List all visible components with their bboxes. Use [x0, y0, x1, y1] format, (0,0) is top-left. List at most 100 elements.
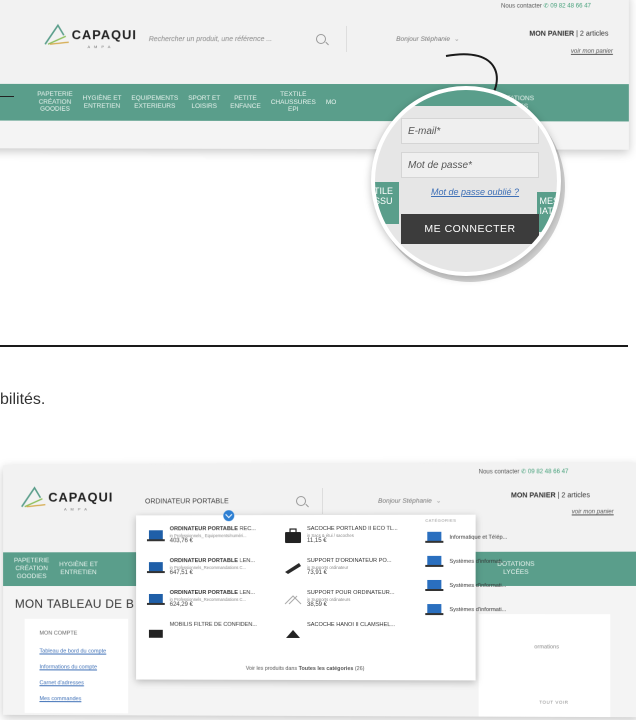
search-input-2[interactable]: ORDINATEUR PORTABLE — [145, 494, 294, 508]
email-field[interactable]: E-mail* — [401, 118, 539, 144]
product-name: SUPPORT POUR ORDINATEUR... — [307, 590, 419, 596]
chevron-down-icon-2: ⌄ — [435, 497, 442, 505]
phone-icon-2: ✆ — [521, 469, 528, 476]
nav-item-label: ENTRETIEN — [83, 102, 121, 110]
contact-label-2: Nous contacter — [478, 469, 520, 476]
search-input[interactable]: Rechercher un produit, une référence ... — [149, 32, 298, 46]
product-name: SUPPORT D'ORDINATEUR PO... — [307, 558, 419, 564]
product-suggestion[interactable]: MOBILIS FILTRE DE CONFIDEN... — [146, 621, 283, 649]
product-price: 11,15 € — [307, 537, 327, 545]
site-header: CAPAQUI A M P A Rechercher un produit, u… — [0, 0, 629, 85]
account-link[interactable]: Tableau de bord du compte — [39, 649, 106, 655]
header-divider-2 — [321, 487, 323, 514]
search-icon[interactable] — [315, 33, 327, 44]
product-name: ORDINATEUR PORTABLE REC... — [170, 526, 281, 532]
product-name: ORDINATEUR PORTABLE LEN... — [170, 590, 281, 596]
account-link[interactable]: Informations du compte — [39, 664, 97, 670]
magnifier-side-line: TILE — [374, 186, 394, 196]
nav-item[interactable]: HYGIÈNE ET ENTRETIEN — [54, 561, 103, 577]
cart-summary-2[interactable]: MON PANIER | 2 articles — [511, 492, 590, 499]
product-suggestion[interactable]: ORDINATEUR PORTABLE REC... in Professionn… — [146, 525, 283, 553]
product-suggestion[interactable]: SACOCHE PORTLAND II ECO TL... in Sacs & é… — [283, 525, 421, 553]
nav-item-label: CRÉATION — [15, 565, 48, 573]
password-field[interactable]: Mot de passe* — [401, 152, 539, 178]
account-link[interactable]: Mes commandes — [39, 696, 81, 702]
search-icon-2[interactable] — [296, 496, 307, 507]
product-suggestion[interactable]: SUPPORT POUR ORDINATEUR... in Supports or… — [283, 589, 421, 617]
section-divider — [0, 345, 628, 347]
product-thumbnail-icon — [283, 528, 303, 544]
product-price: 73,91 € — [307, 569, 328, 577]
product-name-rest: MOBILIS FILTRE DE CONFIDEN... — [169, 621, 258, 628]
product-name-rest: LEN... — [238, 558, 256, 565]
user-greeting-2[interactable]: Bonjour Stéphanie ⌄ — [378, 497, 441, 505]
product-suggestion[interactable]: SACOCHE HANOI II CLAMSHEL... — [283, 621, 421, 649]
product-suggestion[interactable]: SUPPORT D'ORDINATEUR PO... in Supports or… — [283, 557, 421, 585]
product-suggestion[interactable]: ORDINATEUR PORTABLE LEN... in Professionn… — [146, 557, 283, 585]
nav-item[interactable]: PETITE ENFANCE — [225, 95, 266, 111]
footer-count: (26) — [353, 666, 365, 673]
nav-item-label: PETITE — [234, 94, 257, 102]
email-placeholder: E-mail* — [408, 125, 441, 137]
nav-item-label: TEXTILE — [280, 90, 307, 98]
view-cart-link-2[interactable]: voir mon panier — [572, 509, 614, 515]
product-thumbnail-icon — [146, 592, 166, 608]
product-thumbnail-icon — [283, 624, 303, 640]
product-name-rest: SUPPORT D'ORDINATEUR PO... — [307, 557, 392, 565]
category-name: Informatique et Télép... — [449, 534, 508, 541]
nav-item-label: LOISIRS — [191, 102, 217, 110]
product-name-rest: SACOCHE HANOI II CLAMSHEL... — [307, 621, 396, 629]
account-link[interactable]: Carnet d'adresses — [39, 680, 84, 686]
contact-block-2[interactable]: Nous contacter ✆ 09 82 48 66 47 — [479, 468, 569, 475]
search-query: ORDINATEUR PORTABLE — [144, 497, 229, 505]
account-sidebar: MON COMPTE Tableau de bord du compte Info… — [24, 618, 129, 714]
see-all-link[interactable]: TOUT VOIR — [539, 700, 568, 705]
nav-item-label: GOODIES — [16, 573, 47, 580]
phone-number-2: 09 82 48 66 47 — [527, 469, 569, 476]
category-suggestion[interactable]: Systèmes d'informati... — [425, 553, 536, 575]
category-suggestion[interactable]: Systèmes d'informati... — [425, 601, 536, 623]
category-suggestion[interactable]: Informatique et Télép... — [425, 529, 536, 551]
see-all-categories-link[interactable]: Voir les produits dans Toutes les catégo… — [136, 666, 476, 673]
view-cart-link[interactable]: voir mon panier — [571, 49, 613, 55]
magnifier-nav-strip — [375, 90, 557, 106]
nav-item[interactable]: HYGIÈNE ET ENTRETIEN — [78, 95, 127, 111]
nav-item[interactable]: MO — [321, 99, 342, 107]
header-divider — [346, 25, 348, 52]
product-name: SACOCHE PORTLAND II ECO TL... — [307, 526, 419, 532]
login-button[interactable]: ME CONNECTER — [401, 214, 539, 244]
product-price: 624,29 € — [169, 601, 193, 608]
category-thumbnail-icon — [425, 531, 444, 545]
nav-item[interactable]: PAPETERIE CRÉATION GOODIES — [32, 91, 77, 114]
footer-bold: Toutes les catégories — [298, 665, 354, 673]
product-price: 38,59 € — [307, 601, 328, 609]
nav-item[interactable]: PAPETERIE CRÉATION GOODIES — [9, 558, 54, 581]
logo-subtitle: A M P A — [87, 44, 112, 50]
logo[interactable]: CAPAQUI A M P A — [44, 22, 137, 50]
nav-item[interactable]: EQUIPEMENTS EXTERIEURS — [126, 95, 183, 111]
account-title: MON COMPTE — [39, 630, 78, 637]
product-suggestion[interactable]: ORDINATEUR PORTABLE LEN... in Professionn… — [146, 589, 283, 617]
product-name: ORDINATEUR PORTABLE LEN... — [170, 558, 281, 564]
category-name: Systèmes d'informati... — [449, 582, 507, 589]
info-panel-text: ormations — [534, 644, 560, 651]
product-thumbnail-icon — [146, 560, 166, 576]
nav-item[interactable]: TEXTILE CHAUSSURES EPI — [266, 91, 321, 114]
logo-subtitle-2: A M P A — [64, 506, 89, 512]
info-panel: ormations TOUT VOIR — [478, 614, 611, 718]
category-suggestion[interactable]: Systèmes d'informati... — [425, 577, 536, 599]
user-greeting[interactable]: Bonjour Stéphanie ⌄ — [396, 35, 459, 43]
nav-item-label: HYGIÈNE ET — [82, 94, 122, 102]
user-greeting-text-2: Bonjour Stéphanie — [378, 497, 432, 505]
magnifier-left-text: TILE SSU I — [374, 186, 394, 217]
footer-prefix: Voir les produits dans — [245, 665, 299, 672]
category-thumbnail-icon — [425, 579, 444, 593]
forgot-password-link[interactable]: Mot de passe oublié ? — [431, 187, 519, 197]
cart-summary[interactable]: MON PANIER | 2 articles — [529, 31, 608, 38]
logo-2[interactable]: CAPAQUI A M P A — [21, 485, 113, 512]
contact-label: Nous contacter — [501, 3, 542, 10]
search-screenshot: CAPAQUI A M P A ORDINATEUR PORTABLE Bonj… — [3, 462, 636, 718]
magnifier-side-line: IAT — [539, 206, 553, 217]
nav-item[interactable]: SPORT ET LOISIRS — [183, 95, 225, 111]
contact-block[interactable]: Nous contacter ✆ 09 82 48 66 47 — [501, 2, 591, 9]
